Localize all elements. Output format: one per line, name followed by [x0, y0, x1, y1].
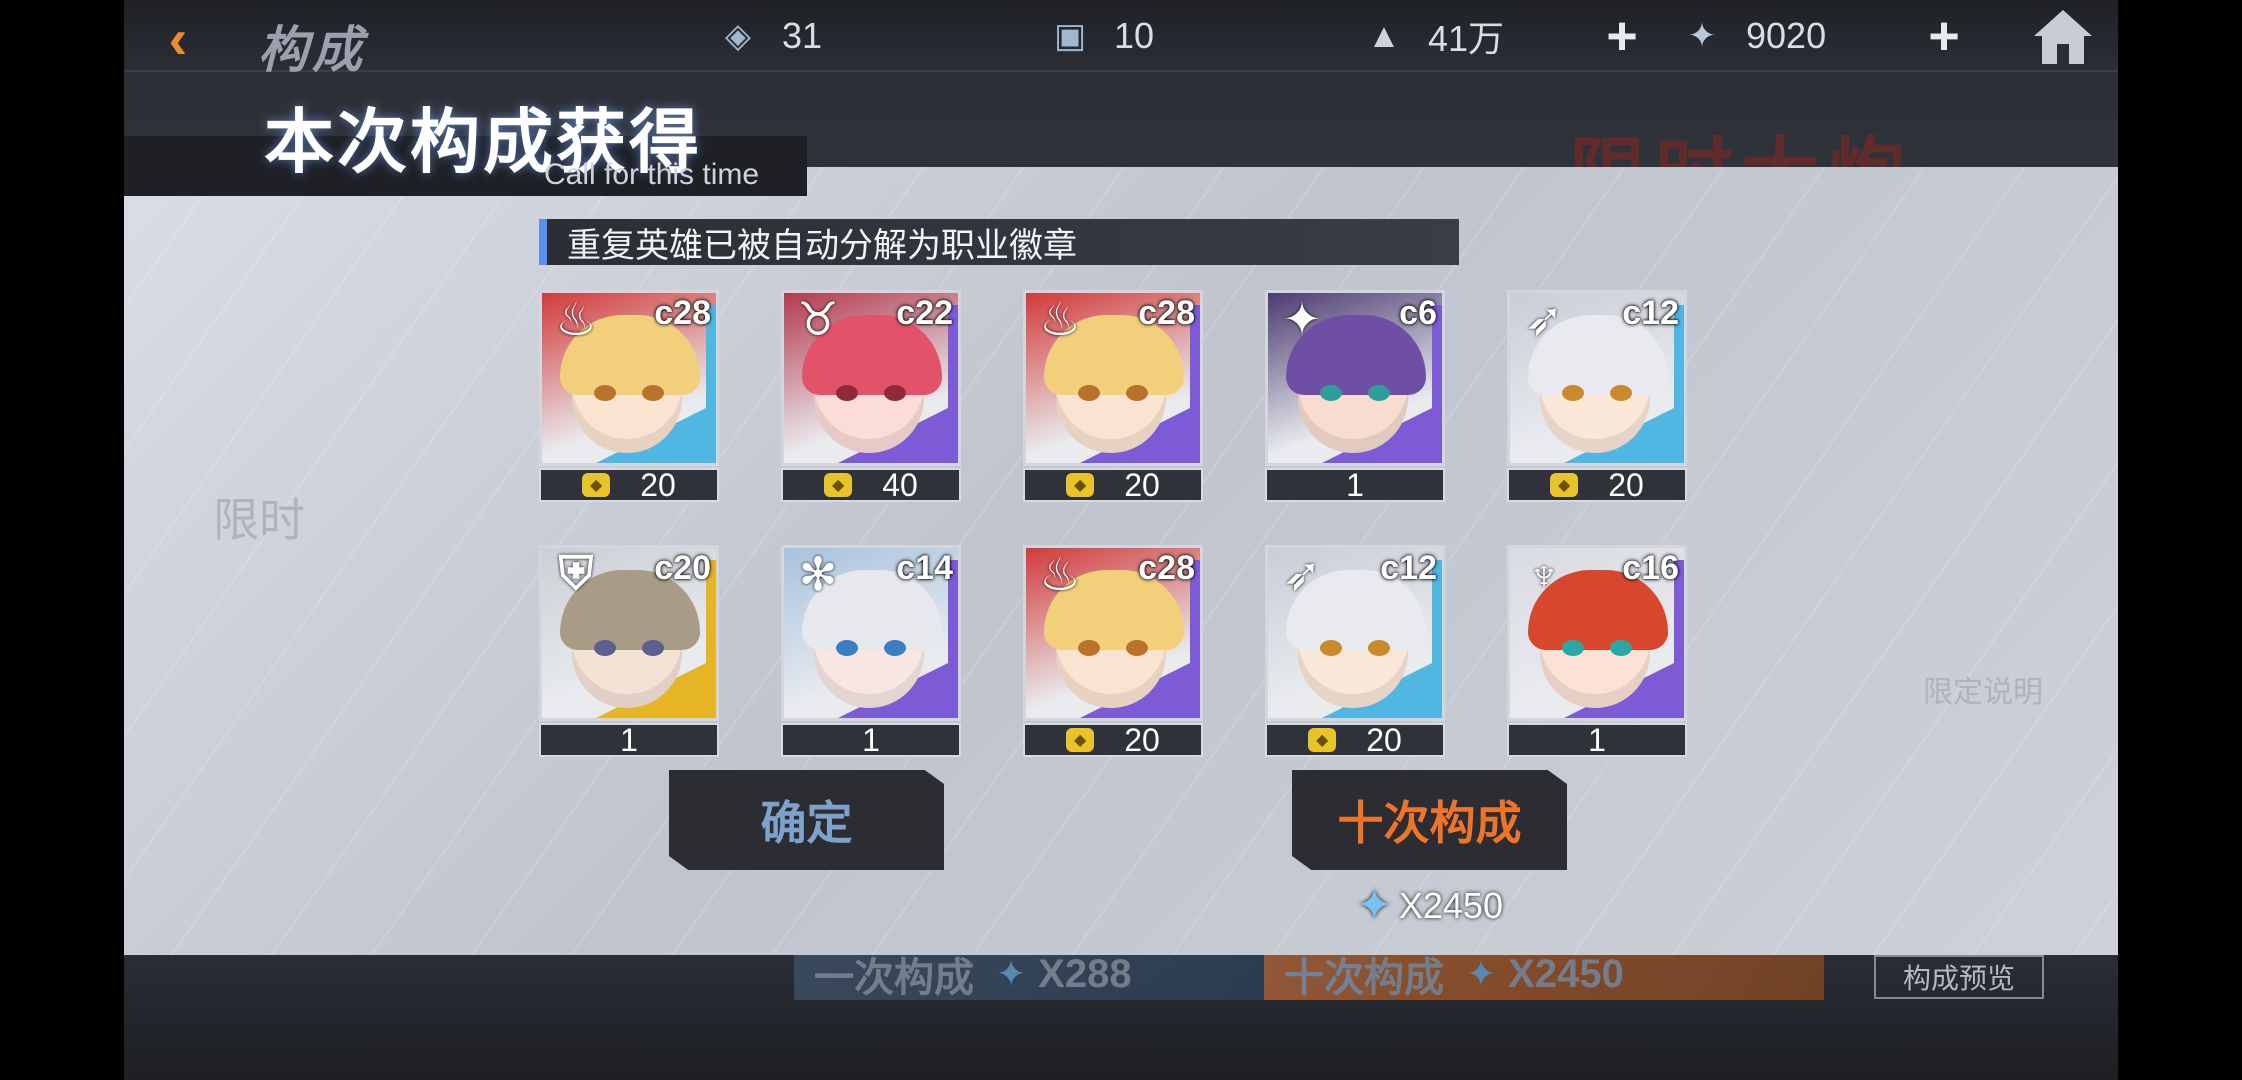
- diamond-shard-icon: ◈: [724, 17, 752, 55]
- background-ten-call-button: 十次构成 ✦ X2450: [1264, 948, 1824, 1000]
- star-crystal-icon: ✦: [1687, 17, 1717, 55]
- hero-code: c20: [654, 549, 711, 587]
- hero-code: c12: [1380, 549, 1437, 587]
- class-badge-icon: ◆: [582, 473, 611, 497]
- hero-count: 20: [1124, 721, 1160, 758]
- game-viewport: 限时大炮 一次构成 ✦ X288 十次构成 ✦ X2450 构成预览 ‹ 构成 …: [124, 0, 2118, 1080]
- hero-code: c28: [654, 294, 711, 332]
- shuriken-class-icon: ✦: [1282, 293, 1322, 345]
- hero-card[interactable]: ♉ c22 ◆ 40: [781, 290, 961, 503]
- hero-count-bar: ◆ 40: [781, 466, 961, 503]
- hero-count: 1: [862, 721, 880, 758]
- class-badge-icon: ◆: [824, 473, 853, 497]
- background-rules-label: 限定说明: [1923, 676, 2043, 709]
- hero-count: 1: [620, 721, 638, 758]
- hero-code: c14: [896, 549, 953, 587]
- resource-star-crystals: ✦ 9020: [1680, 12, 1826, 60]
- hero-code: c16: [1622, 549, 1679, 587]
- hero-count-bar: 1: [1265, 466, 1445, 503]
- class-badge-icon: ◆: [1066, 728, 1095, 752]
- background-limited-label: 限时: [213, 494, 305, 546]
- ten-call-cost-value: X2450: [1398, 884, 1503, 926]
- background-preview-button: 构成预览: [1874, 955, 2044, 999]
- star-crystal-icon: ✦: [1466, 953, 1497, 994]
- bow-class-icon: ➶: [1524, 293, 1564, 345]
- hero-card[interactable]: ♨ c28 ◆ 20: [1023, 545, 1203, 758]
- resource-star-crystals-value: 9020: [1746, 15, 1827, 56]
- hero-card[interactable]: ♨ c28 ◆ 20: [539, 290, 719, 503]
- hero-count-bar: 1: [781, 721, 961, 758]
- star-crystal-icon: ✦: [996, 953, 1027, 994]
- hero-card[interactable]: ✦ c6 1: [1265, 290, 1445, 503]
- hero-card[interactable]: ➶ c12 ◆ 20: [1265, 545, 1445, 758]
- hero-count: 20: [1124, 466, 1160, 503]
- confirm-button[interactable]: 确定: [669, 770, 944, 870]
- snowflake-class-icon: ✻: [798, 548, 838, 600]
- hero-card[interactable]: ✻ c14 1: [781, 545, 961, 758]
- duplicate-notice: 重复英雄已被自动分解为职业徽章: [539, 219, 1459, 265]
- resource-cubes: ▣ 10: [1048, 12, 1154, 60]
- class-badge-icon: ◆: [1066, 473, 1095, 497]
- hero-code: c6: [1399, 294, 1437, 332]
- hero-code: c12: [1622, 294, 1679, 332]
- hero-card[interactable]: ➶ c12 ◆ 20: [1507, 290, 1687, 503]
- hero-count: 20: [1366, 721, 1402, 758]
- resource-cubes-value: 10: [1114, 15, 1155, 56]
- hero-card[interactable]: ♆ c16 1: [1507, 545, 1687, 758]
- top-bar: ‹ 构成 ◈ 31 ▣ 10 ▲ 41万 + ✦ 9020 +: [124, 0, 2118, 78]
- hero-card[interactable]: ⛨ c20 1: [539, 545, 719, 758]
- back-button[interactable]: ‹: [148, 6, 208, 70]
- hero-count-bar: 1: [539, 721, 719, 758]
- chevron-left-icon: ‹: [168, 6, 188, 70]
- background-ten-call-cost: X2450: [1508, 951, 1624, 996]
- horned-class-icon: ♉: [797, 293, 839, 345]
- bow-class-icon: ➶: [1282, 548, 1322, 600]
- cube-icon: ▣: [1053, 17, 1087, 55]
- hero-code: c28: [1138, 549, 1195, 587]
- hero-count: 1: [1346, 466, 1364, 503]
- flame-class-icon: ♨: [555, 293, 597, 345]
- hero-count: 1: [1588, 721, 1606, 758]
- modal-subtitle: Call for this time: [544, 158, 760, 191]
- trident-class-icon: ♆: [1526, 548, 1562, 600]
- pyramid-icon: ▲: [1367, 16, 1401, 55]
- star-crystal-icon: ✦: [1356, 881, 1393, 930]
- class-badge-icon: ◆: [1308, 728, 1337, 752]
- flame-class-icon: ♨: [1039, 548, 1081, 600]
- shield-class-icon: ⛨: [558, 547, 594, 599]
- resource-gold-value: 41万: [1428, 18, 1505, 59]
- hero-count: 20: [1608, 466, 1644, 503]
- home-button[interactable]: [2030, 6, 2096, 68]
- add-star-crystal-button[interactable]: +: [1916, 6, 1972, 66]
- hero-count: 20: [640, 466, 676, 503]
- flame-class-icon: ♨: [1039, 293, 1081, 345]
- resource-gold: ▲ 41万: [1362, 12, 1504, 60]
- hero-count-bar: ◆ 20: [539, 466, 719, 503]
- hero-count-bar: ◆ 20: [1507, 466, 1687, 503]
- hero-count-bar: ◆ 20: [1265, 721, 1445, 758]
- hero-card[interactable]: ♨ c28 ◆ 20: [1023, 290, 1203, 503]
- hero-count: 40: [882, 466, 918, 503]
- hero-code: c28: [1138, 294, 1195, 332]
- resource-shards-value: 31: [782, 15, 823, 56]
- background-single-call-cost: X288: [1038, 951, 1132, 996]
- resource-shards: ◈ 31: [716, 12, 822, 60]
- class-badge-icon: ◆: [1550, 473, 1579, 497]
- ten-call-button[interactable]: 十次构成: [1292, 770, 1567, 870]
- ten-call-cost: ✦ X2450: [1356, 880, 1503, 931]
- hero-count-bar: ◆ 20: [1023, 466, 1203, 503]
- hero-count-bar: ◆ 20: [1023, 721, 1203, 758]
- add-gold-button[interactable]: +: [1594, 6, 1650, 66]
- hero-count-bar: 1: [1507, 721, 1687, 758]
- home-icon: [2034, 10, 2092, 64]
- page-title: 构成: [258, 22, 366, 78]
- hero-code: c22: [896, 294, 953, 332]
